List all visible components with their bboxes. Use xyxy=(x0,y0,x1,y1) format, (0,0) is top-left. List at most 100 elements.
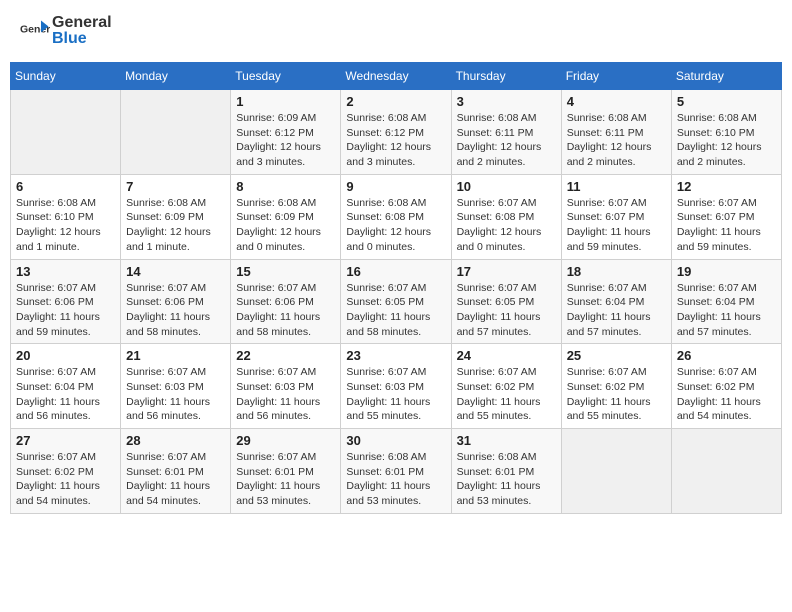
calendar-cell: 31 Sunrise: 6:08 AM Sunset: 6:01 PM Dayli… xyxy=(451,429,561,514)
day-info: Sunrise: 6:08 AM Sunset: 6:10 PM Dayligh… xyxy=(16,196,115,255)
day-number: 23 xyxy=(346,348,445,363)
day-number: 27 xyxy=(16,433,115,448)
calendar-table: SundayMondayTuesdayWednesdayThursdayFrid… xyxy=(10,62,782,514)
weekday-header-monday: Monday xyxy=(121,63,231,90)
day-info: Sunrise: 6:08 AM Sunset: 6:08 PM Dayligh… xyxy=(346,196,445,255)
logo: General General Blue xyxy=(20,15,112,47)
day-info: Sunrise: 6:07 AM Sunset: 6:01 PM Dayligh… xyxy=(236,450,335,509)
logo-blue: Blue xyxy=(52,31,112,47)
weekday-header-saturday: Saturday xyxy=(671,63,781,90)
week-row-3: 13 Sunrise: 6:07 AM Sunset: 6:06 PM Dayli… xyxy=(11,259,782,344)
week-row-4: 20 Sunrise: 6:07 AM Sunset: 6:04 PM Dayli… xyxy=(11,344,782,429)
calendar-cell: 12 Sunrise: 6:07 AM Sunset: 6:07 PM Dayli… xyxy=(671,174,781,259)
day-info: Sunrise: 6:08 AM Sunset: 6:11 PM Dayligh… xyxy=(567,111,666,170)
calendar-cell: 11Sunrise: 6:07 AM Sunset: 6:07 PM Dayli… xyxy=(561,174,671,259)
week-row-1: 1 Sunrise: 6:09 AM Sunset: 6:12 PM Daylig… xyxy=(11,90,782,175)
page-header: General General Blue xyxy=(10,10,782,52)
calendar-cell: 2Sunrise: 6:08 AM Sunset: 6:12 PM Daylig… xyxy=(341,90,451,175)
logo-general: General xyxy=(52,14,112,31)
calendar-cell: 30 Sunrise: 6:08 AM Sunset: 6:01 PM Dayli… xyxy=(341,429,451,514)
calendar-cell: 5 Sunrise: 6:08 AM Sunset: 6:10 PM Daylig… xyxy=(671,90,781,175)
day-number: 7 xyxy=(126,179,225,194)
day-number: 21 xyxy=(126,348,225,363)
week-row-5: 27 Sunrise: 6:07 AM Sunset: 6:02 PM Dayli… xyxy=(11,429,782,514)
day-number: 2 xyxy=(346,94,445,109)
calendar-cell: 16 Sunrise: 6:07 AM Sunset: 6:05 PM Dayli… xyxy=(341,259,451,344)
day-number: 17 xyxy=(457,264,556,279)
day-info: Sunrise: 6:07 AM Sunset: 6:02 PM Dayligh… xyxy=(16,450,115,509)
day-number: 20 xyxy=(16,348,115,363)
day-number: 29 xyxy=(236,433,335,448)
calendar-cell: 21 Sunrise: 6:07 AM Sunset: 6:03 PM Dayli… xyxy=(121,344,231,429)
day-number: 1 xyxy=(236,94,335,109)
calendar-cell: 28Sunrise: 6:07 AM Sunset: 6:01 PM Dayli… xyxy=(121,429,231,514)
day-number: 4 xyxy=(567,94,666,109)
day-info: Sunrise: 6:08 AM Sunset: 6:01 PM Dayligh… xyxy=(457,450,556,509)
calendar-cell xyxy=(11,90,121,175)
day-number: 6 xyxy=(16,179,115,194)
calendar-cell: 23 Sunrise: 6:07 AM Sunset: 6:03 PM Dayli… xyxy=(341,344,451,429)
calendar-cell: 18 Sunrise: 6:07 AM Sunset: 6:04 PM Dayli… xyxy=(561,259,671,344)
calendar-cell: 20 Sunrise: 6:07 AM Sunset: 6:04 PM Dayli… xyxy=(11,344,121,429)
calendar-cell: 7Sunrise: 6:08 AM Sunset: 6:09 PM Daylig… xyxy=(121,174,231,259)
day-number: 25 xyxy=(567,348,666,363)
day-info: Sunrise: 6:07 AM Sunset: 6:05 PM Dayligh… xyxy=(457,281,556,340)
day-number: 5 xyxy=(677,94,776,109)
calendar-cell: 27 Sunrise: 6:07 AM Sunset: 6:02 PM Dayli… xyxy=(11,429,121,514)
day-info: Sunrise: 6:07 AM Sunset: 6:03 PM Dayligh… xyxy=(346,365,445,424)
day-info: Sunrise: 6:07 AM Sunset: 6:03 PM Dayligh… xyxy=(126,365,225,424)
day-info: Sunrise: 6:07 AM Sunset: 6:04 PM Dayligh… xyxy=(677,281,776,340)
weekday-header-wednesday: Wednesday xyxy=(341,63,451,90)
day-number: 11 xyxy=(567,179,666,194)
calendar-cell: 3Sunrise: 6:08 AM Sunset: 6:11 PM Daylig… xyxy=(451,90,561,175)
day-info: Sunrise: 6:07 AM Sunset: 6:06 PM Dayligh… xyxy=(126,281,225,340)
day-number: 15 xyxy=(236,264,335,279)
calendar-cell: 15Sunrise: 6:07 AM Sunset: 6:06 PM Dayli… xyxy=(231,259,341,344)
calendar-cell: 1 Sunrise: 6:09 AM Sunset: 6:12 PM Daylig… xyxy=(231,90,341,175)
weekday-header-sunday: Sunday xyxy=(11,63,121,90)
day-info: Sunrise: 6:09 AM Sunset: 6:12 PM Dayligh… xyxy=(236,111,335,170)
week-row-2: 6 Sunrise: 6:08 AM Sunset: 6:10 PM Daylig… xyxy=(11,174,782,259)
day-info: Sunrise: 6:07 AM Sunset: 6:07 PM Dayligh… xyxy=(677,196,776,255)
day-number: 10 xyxy=(457,179,556,194)
calendar-cell: 4 Sunrise: 6:08 AM Sunset: 6:11 PM Daylig… xyxy=(561,90,671,175)
calendar-cell: 24 Sunrise: 6:07 AM Sunset: 6:02 PM Dayli… xyxy=(451,344,561,429)
calendar-cell xyxy=(561,429,671,514)
weekday-header-thursday: Thursday xyxy=(451,63,561,90)
calendar-cell: 8 Sunrise: 6:08 AM Sunset: 6:09 PM Daylig… xyxy=(231,174,341,259)
weekday-header-tuesday: Tuesday xyxy=(231,63,341,90)
day-number: 24 xyxy=(457,348,556,363)
day-info: Sunrise: 6:08 AM Sunset: 6:10 PM Dayligh… xyxy=(677,111,776,170)
day-info: Sunrise: 6:07 AM Sunset: 6:03 PM Dayligh… xyxy=(236,365,335,424)
day-number: 31 xyxy=(457,433,556,448)
day-info: Sunrise: 6:07 AM Sunset: 6:01 PM Dayligh… xyxy=(126,450,225,509)
day-info: Sunrise: 6:08 AM Sunset: 6:01 PM Dayligh… xyxy=(346,450,445,509)
day-number: 3 xyxy=(457,94,556,109)
day-info: Sunrise: 6:07 AM Sunset: 6:04 PM Dayligh… xyxy=(16,365,115,424)
day-number: 13 xyxy=(16,264,115,279)
calendar-cell: 26Sunrise: 6:07 AM Sunset: 6:02 PM Dayli… xyxy=(671,344,781,429)
day-number: 8 xyxy=(236,179,335,194)
day-info: Sunrise: 6:07 AM Sunset: 6:02 PM Dayligh… xyxy=(457,365,556,424)
calendar-cell: 14 Sunrise: 6:07 AM Sunset: 6:06 PM Dayli… xyxy=(121,259,231,344)
calendar-cell xyxy=(671,429,781,514)
calendar-cell: 22 Sunrise: 6:07 AM Sunset: 6:03 PM Dayli… xyxy=(231,344,341,429)
day-info: Sunrise: 6:07 AM Sunset: 6:06 PM Dayligh… xyxy=(16,281,115,340)
day-number: 16 xyxy=(346,264,445,279)
day-number: 14 xyxy=(126,264,225,279)
day-info: Sunrise: 6:08 AM Sunset: 6:09 PM Dayligh… xyxy=(236,196,335,255)
day-number: 18 xyxy=(567,264,666,279)
calendar-cell: 6 Sunrise: 6:08 AM Sunset: 6:10 PM Daylig… xyxy=(11,174,121,259)
calendar-cell: 10Sunrise: 6:07 AM Sunset: 6:08 PM Dayli… xyxy=(451,174,561,259)
calendar-cell: 29 Sunrise: 6:07 AM Sunset: 6:01 PM Dayli… xyxy=(231,429,341,514)
day-info: Sunrise: 6:07 AM Sunset: 6:05 PM Dayligh… xyxy=(346,281,445,340)
day-number: 22 xyxy=(236,348,335,363)
day-number: 9 xyxy=(346,179,445,194)
day-info: Sunrise: 6:07 AM Sunset: 6:04 PM Dayligh… xyxy=(567,281,666,340)
day-number: 19 xyxy=(677,264,776,279)
day-info: Sunrise: 6:07 AM Sunset: 6:02 PM Dayligh… xyxy=(567,365,666,424)
day-number: 26 xyxy=(677,348,776,363)
day-number: 30 xyxy=(346,433,445,448)
day-number: 12 xyxy=(677,179,776,194)
calendar-cell: 17 Sunrise: 6:07 AM Sunset: 6:05 PM Dayli… xyxy=(451,259,561,344)
